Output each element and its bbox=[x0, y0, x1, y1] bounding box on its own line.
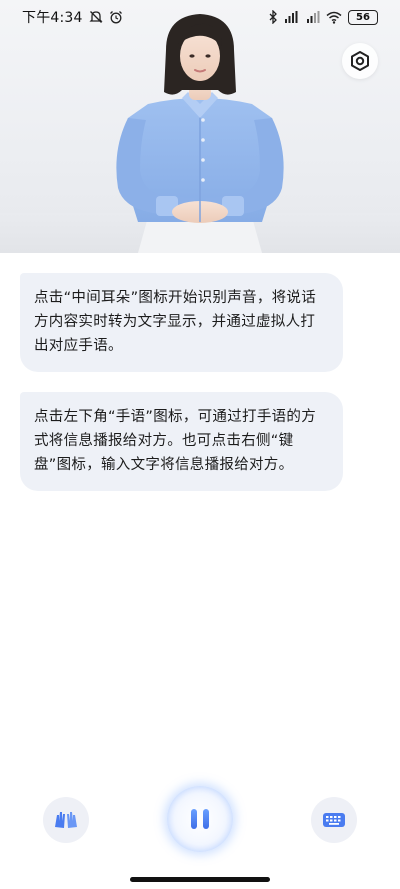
wifi-icon bbox=[326, 11, 342, 24]
message-bubble: 点击“中间耳朵”图标开始识别声音，将说话方内容实时转为文字显示，并通过虚拟人打出… bbox=[20, 273, 343, 372]
status-left: 下午4:34 bbox=[22, 7, 123, 27]
keyboard-button[interactable] bbox=[311, 797, 357, 843]
virtual-signer-avatar bbox=[116, 14, 284, 253]
sign-language-button[interactable] bbox=[43, 797, 89, 843]
mute-icon bbox=[89, 10, 103, 24]
pause-icon bbox=[188, 809, 212, 829]
avatar-stage bbox=[0, 0, 400, 253]
home-indicator[interactable] bbox=[130, 877, 270, 882]
status-bar: 下午4:34 56 bbox=[0, 0, 400, 34]
pause-listening-button[interactable] bbox=[167, 786, 233, 852]
keyboard-icon bbox=[322, 811, 346, 829]
hexagon-settings-icon bbox=[349, 50, 371, 72]
message-list: 点击“中间耳朵”图标开始识别声音，将说话方内容实时转为文字显示，并通过虚拟人打出… bbox=[20, 273, 380, 511]
bottom-toolbar bbox=[0, 780, 400, 860]
battery-level: 56 bbox=[356, 11, 370, 23]
signal-hd-icon bbox=[284, 10, 300, 24]
settings-button[interactable] bbox=[342, 43, 378, 79]
alarm-icon bbox=[109, 10, 123, 24]
signal-icon bbox=[306, 10, 320, 24]
battery-icon: 56 bbox=[348, 9, 378, 25]
message-bubble: 点击左下角“手语”图标，可通过打手语的方式将信息播报给对方。也可点击右侧“键盘”… bbox=[20, 392, 343, 491]
sign-language-hands-icon bbox=[53, 809, 79, 831]
bluetooth-icon bbox=[268, 10, 278, 24]
status-time: 下午4:34 bbox=[22, 10, 83, 26]
status-right: 56 bbox=[268, 9, 378, 25]
